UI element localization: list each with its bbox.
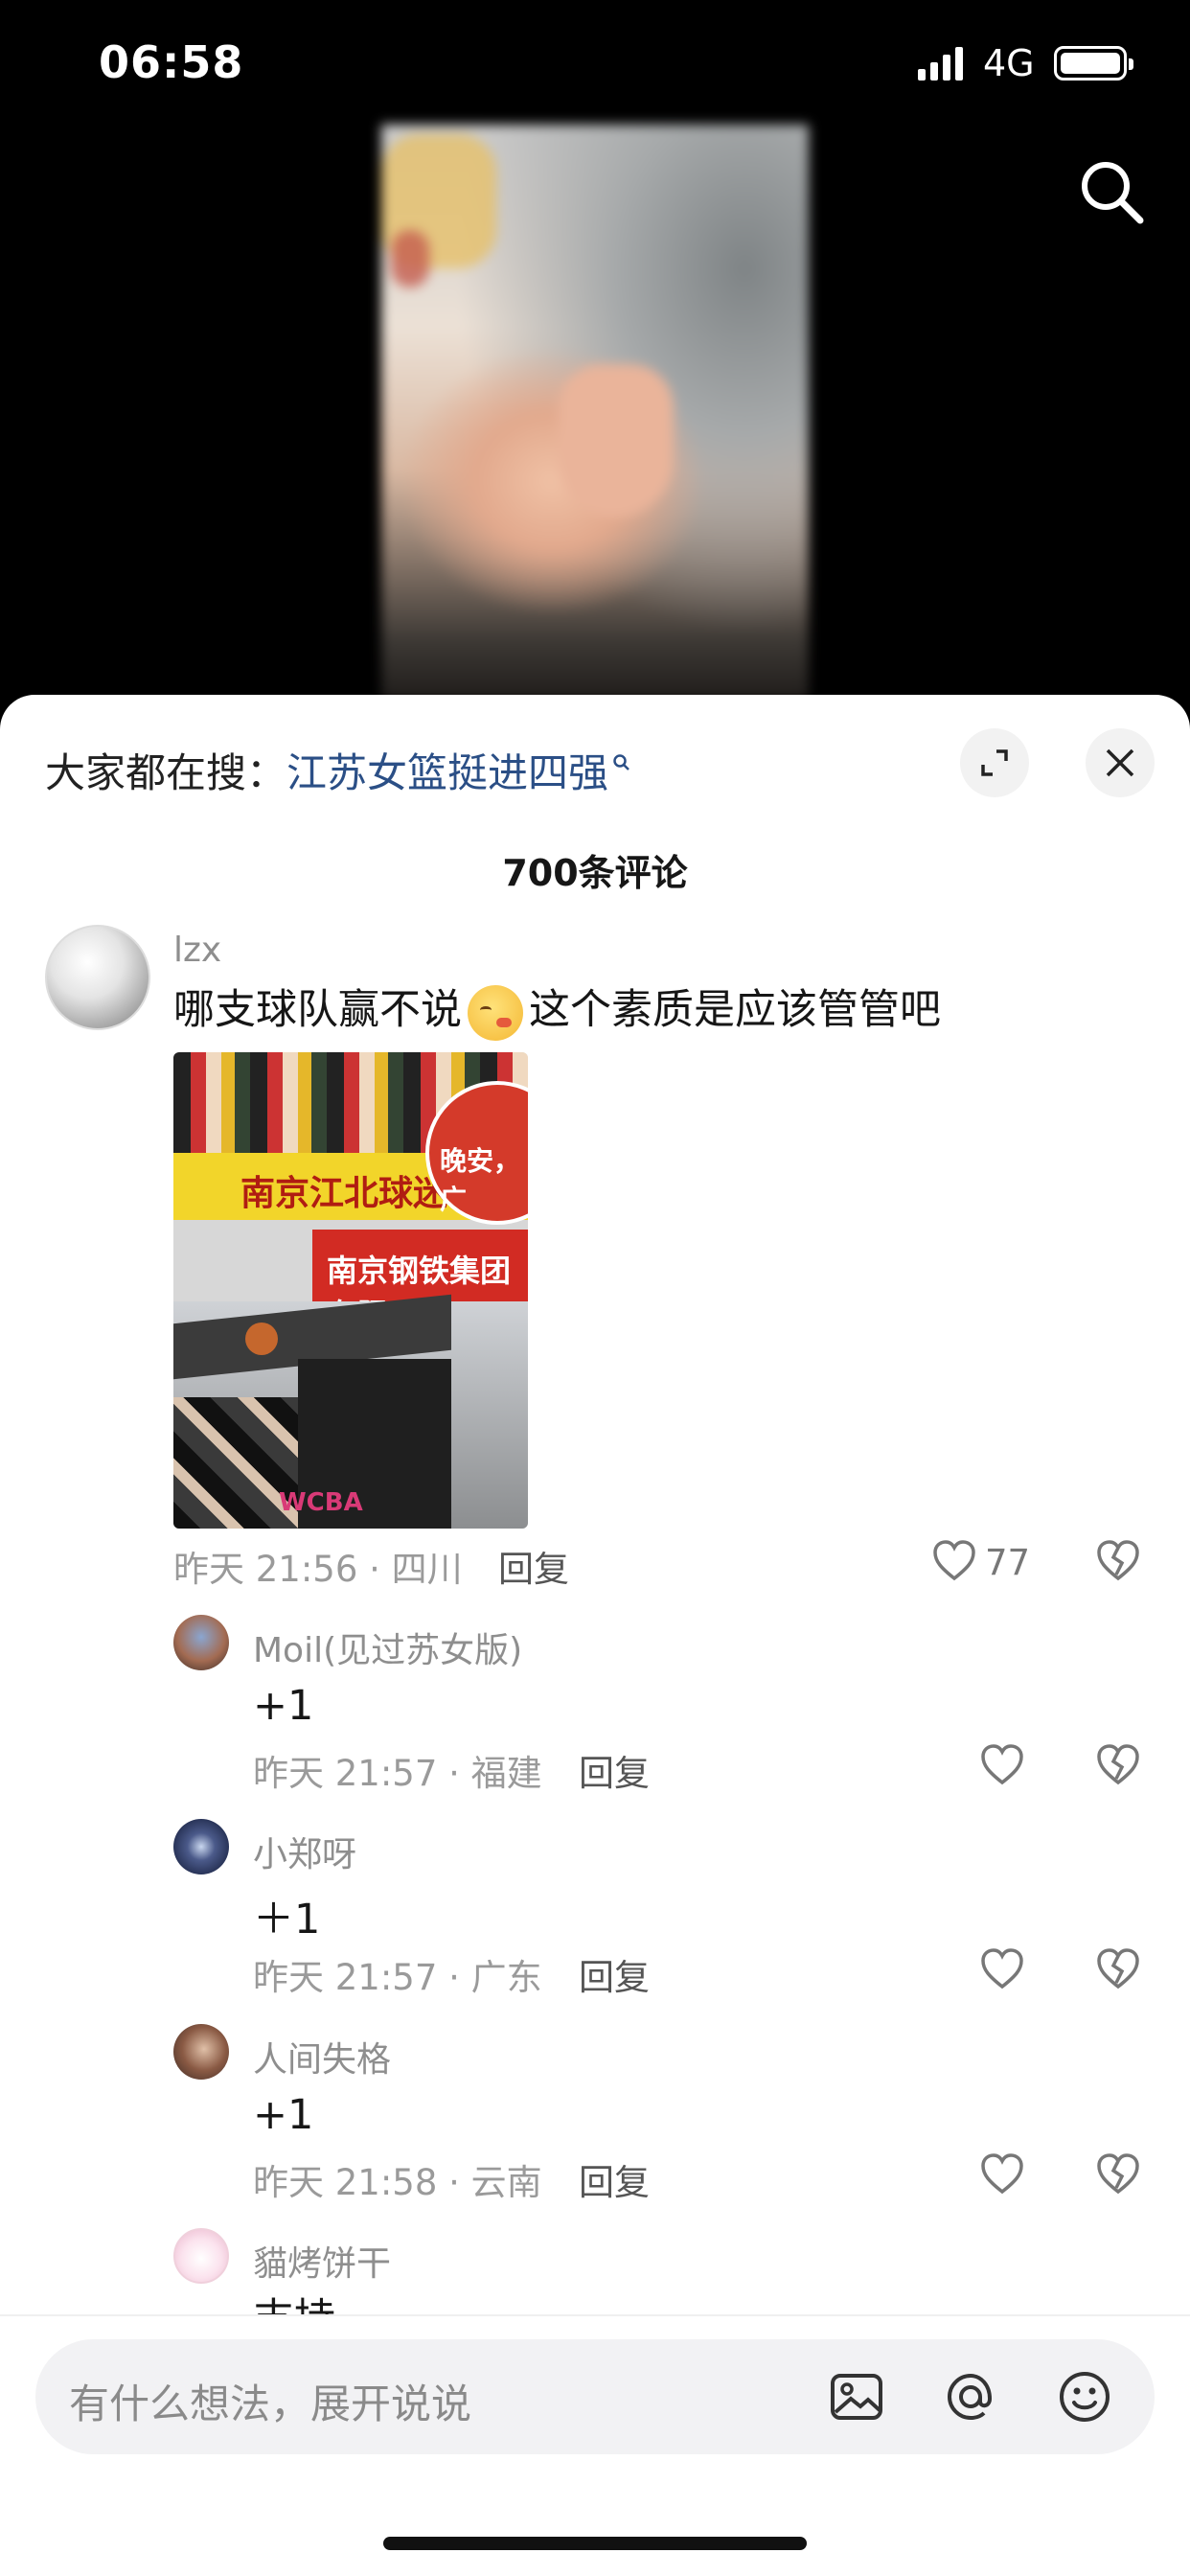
heart-icon[interactable] [931, 1538, 977, 1582]
home-indicator[interactable] [383, 2537, 807, 2550]
broken-heart-icon[interactable] [1094, 1538, 1142, 1582]
reply-button[interactable]: 回复 [579, 2153, 650, 2205]
search-icon[interactable] [1073, 153, 1150, 230]
trending-search[interactable]: 大家都在搜：江苏女篮挺进四强 [45, 741, 631, 799]
comment-count: 700条评论 [502, 852, 688, 894]
battery-icon [1054, 46, 1133, 80]
reply-text: ＋1 [253, 1896, 321, 1944]
image-icon[interactable] [828, 2368, 885, 2426]
reply-button[interactable]: 回复 [579, 1948, 650, 2000]
broken-heart-icon[interactable] [1094, 1742, 1142, 1786]
comment-input-placeholder: 有什么想法，展开说说 [69, 2380, 472, 2427]
reply-button[interactable]: 回复 [498, 1540, 569, 1592]
reply-username[interactable]: 人间失格 [253, 2032, 391, 2082]
reply-text: +1 [253, 1682, 314, 1730]
divider [0, 2314, 1190, 2316]
close-icon [1106, 748, 1134, 777]
photo-logo: WCBA [279, 1488, 363, 1517]
search-small-icon [613, 754, 629, 770]
comment-meta: 昨天 21:56 · 四川 [173, 1549, 463, 1590]
heart-icon[interactable] [979, 1742, 1025, 1786]
video-player[interactable] [381, 125, 809, 700]
comment-input[interactable]: 有什么想法，展开说说 [35, 2339, 1155, 2454]
signal-icon [918, 47, 963, 80]
at-icon[interactable] [942, 2368, 999, 2426]
avatar[interactable] [173, 2228, 229, 2284]
avatar[interactable] [173, 2024, 229, 2080]
comment-username[interactable]: lzx [173, 931, 221, 970]
reply-button[interactable]: 回复 [579, 1744, 650, 1796]
close-button[interactable] [1086, 728, 1155, 797]
heart-icon[interactable] [979, 2151, 1025, 2196]
emoji-icon[interactable] [1056, 2368, 1113, 2426]
network-label: 4G [983, 42, 1035, 84]
reply-text: +1 [253, 2091, 314, 2139]
comment-sheet: 大家都在搜：江苏女篮挺进四强 700条评论 lzx 哪支球队赢不说 这个素质是应该… [0, 695, 1190, 2576]
reply-username[interactable]: Moil(见过苏女版) [253, 1622, 522, 1672]
reply-meta: 昨天 21:57 · 广东 [253, 1957, 542, 1998]
reply-meta: 昨天 21:57 · 福建 [253, 1753, 542, 1794]
broken-heart-icon[interactable] [1094, 2151, 1142, 2196]
sleepy-emoji-icon [468, 984, 523, 1041]
reply-username[interactable]: 小郑呀 [253, 1827, 356, 1876]
expand-icon [981, 749, 1008, 776]
reply-text: 支持 [253, 2290, 335, 2314]
comment-photo[interactable]: 南京江北球迷联 晚安，广 南京钢铁集团有限 WCBA [173, 1052, 528, 1529]
trending-query-link[interactable]: 江苏女篮挺进四强 [286, 749, 608, 796]
reply-meta: 昨天 21:58 · 云南 [253, 2162, 542, 2203]
status-time: 06:58 [99, 36, 244, 88]
expand-button[interactable] [960, 728, 1029, 797]
avatar[interactable] [45, 925, 150, 1030]
comment-text: 哪支球队赢不说 这个素质是应该管管吧 [173, 977, 941, 1041]
broken-heart-icon[interactable] [1094, 1946, 1142, 1990]
photo-circle-text: 晚安，广 [440, 1145, 521, 1215]
like-count: 77 [985, 1542, 1031, 1583]
avatar[interactable] [173, 1819, 229, 1874]
avatar[interactable] [173, 1615, 229, 1670]
status-bar: 06:58 4G [0, 0, 1190, 125]
heart-icon[interactable] [979, 1946, 1025, 1990]
trending-prefix: 大家都在搜： [45, 749, 287, 796]
reply-username[interactable]: 貓烤饼干 [253, 2236, 391, 2286]
